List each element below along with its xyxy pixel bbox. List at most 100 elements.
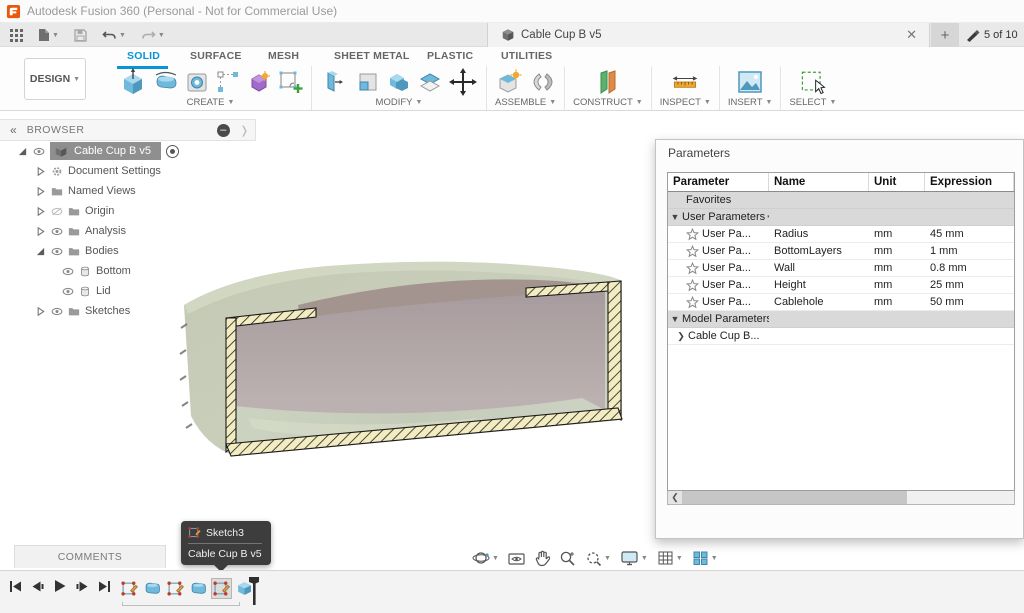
create-sketch-icon[interactable] [277, 69, 303, 95]
visibility-icon[interactable] [51, 305, 63, 317]
favorite-star-icon[interactable] [686, 245, 699, 258]
chevron-right-icon[interactable]: ❯ [674, 331, 688, 342]
visibility-off-icon[interactable] [51, 205, 63, 217]
group-label-insert[interactable]: INSERT▼ [728, 97, 773, 108]
group-label-create[interactable]: CREATE▼ [187, 97, 235, 108]
browser-row-named-views[interactable]: Named Views [0, 181, 256, 201]
pattern-icon[interactable] [215, 69, 241, 95]
undo-button[interactable]: ▼ [102, 29, 126, 42]
zoom-window-button[interactable]: ▼ [585, 550, 611, 567]
expanded-triangle-icon[interactable] [16, 145, 28, 157]
group-label-inspect[interactable]: INSPECT▼ [660, 97, 711, 108]
group-label-modify[interactable]: MODIFY▼ [376, 97, 423, 108]
zoom-button[interactable] [559, 550, 576, 567]
timeline-feature-sketch1[interactable] [119, 578, 140, 599]
parameters-dialog-title[interactable]: Parameters [656, 140, 1023, 166]
scrollbar-thumb[interactable] [682, 491, 907, 504]
tab-mesh[interactable]: MESH [268, 50, 299, 62]
collapsed-triangle-icon[interactable] [34, 305, 46, 317]
timeline-feature-revolve1[interactable] [142, 578, 163, 599]
scroll-left-icon[interactable]: ❮ [668, 491, 682, 504]
timeline-go-start-button[interactable] [9, 580, 22, 593]
group-label-construct[interactable]: CONSTRUCT▼ [573, 97, 643, 108]
collapsed-triangle-icon[interactable] [34, 225, 46, 237]
browser-header[interactable]: « BROWSER – ❭ [0, 119, 256, 141]
timeline-feature-revolve2[interactable] [188, 578, 209, 599]
selected-root-component[interactable]: Cable Cup B v5 [50, 142, 161, 160]
col-header-name[interactable]: Name [769, 173, 869, 191]
table-row-cable-cup[interactable]: ❯ Cable Cup B... [668, 328, 1014, 345]
look-at-button[interactable] [508, 551, 525, 566]
visibility-icon[interactable] [62, 265, 74, 277]
workspace-switcher-button[interactable]: DESIGN ▼ [24, 58, 86, 100]
new-component-icon[interactable] [495, 67, 525, 97]
visibility-icon[interactable] [51, 245, 63, 257]
hole-icon[interactable] [184, 69, 210, 95]
table-row-favorites[interactable]: Favorites [668, 192, 1014, 209]
activate-component-radio[interactable] [166, 145, 179, 158]
visibility-icon[interactable] [33, 145, 45, 157]
horizontal-scrollbar[interactable]: ❮ [667, 491, 1015, 505]
orbit-button[interactable]: ▼ [472, 549, 499, 567]
viewport-canvas[interactable]: « BROWSER – ❭ Cable Cup B v5 Document Se… [0, 111, 1024, 570]
collapsed-triangle-icon[interactable] [34, 185, 46, 197]
tab-sheet-metal[interactable]: SHEET METAL [334, 50, 410, 62]
redo-button[interactable]: ▼ [141, 29, 165, 42]
offset-face-icon[interactable] [417, 69, 443, 95]
tab-solid[interactable]: SOLID [127, 50, 160, 62]
collapsed-triangle-icon[interactable] [34, 205, 46, 217]
measure-icon[interactable] [670, 67, 700, 97]
visibility-icon[interactable] [51, 225, 63, 237]
table-row-radius[interactable]: User Pa... Radius mm 45 mm [668, 226, 1014, 243]
app-grid-icon[interactable] [10, 29, 23, 42]
col-header-parameter[interactable]: Parameter [668, 173, 769, 191]
grid-settings-button[interactable]: ▼ [657, 550, 683, 566]
browser-row-body-bottom[interactable]: Bottom [0, 261, 256, 281]
chevron-down-icon[interactable]: ▼ [668, 212, 682, 222]
tab-close-icon[interactable]: ✕ [902, 27, 921, 43]
timeline-feature-sketch3[interactable] [211, 578, 232, 599]
table-row-wall[interactable]: User Pa... Wall mm 0.8 mm [668, 260, 1014, 277]
table-row-user-parameters[interactable]: ▼ User Parameters ✚ [668, 209, 1014, 226]
move-copy-icon[interactable] [448, 67, 478, 97]
new-tab-button[interactable]: + [931, 23, 959, 47]
tab-utilities[interactable]: UTILITIES [501, 50, 552, 62]
insert-canvas-icon[interactable] [735, 67, 765, 97]
collapse-panel-icon[interactable]: « [10, 123, 17, 137]
document-tab[interactable]: Cable Cup B v5 ✕ [487, 23, 930, 47]
table-row-height[interactable]: User Pa... Height mm 25 mm [668, 277, 1014, 294]
table-row-bottomlayers[interactable]: User Pa... BottomLayers mm 1 mm [668, 243, 1014, 260]
browser-row-bodies[interactable]: Bodies [0, 241, 256, 261]
visibility-icon[interactable] [62, 285, 74, 297]
select-icon[interactable] [798, 67, 828, 97]
viewports-button[interactable]: ▼ [692, 550, 718, 566]
favorite-star-icon[interactable] [686, 262, 699, 275]
file-menu-button[interactable]: ▼ [38, 28, 59, 42]
fillet-icon[interactable] [355, 69, 381, 95]
browser-row-origin[interactable]: Origin [0, 201, 256, 221]
pan-button[interactable] [534, 550, 550, 567]
save-button[interactable] [74, 29, 87, 42]
timeline-step-back-button[interactable] [31, 580, 44, 593]
comments-tab[interactable]: COMMENTS [14, 545, 166, 568]
press-pull-icon[interactable] [320, 67, 350, 97]
timeline-step-forward-button[interactable] [76, 580, 89, 593]
chevron-down-icon[interactable]: ▼ [668, 314, 682, 324]
expanded-triangle-icon[interactable] [34, 245, 46, 257]
timeline-feature-sketch2[interactable] [165, 578, 186, 599]
create-form-icon[interactable] [246, 69, 272, 95]
combine-icon[interactable] [386, 69, 412, 95]
notifications-badge[interactable]: 5 of 10 [966, 23, 1018, 47]
display-settings-button[interactable]: ▼ [620, 550, 648, 566]
browser-row-body-lid[interactable]: Lid [0, 281, 256, 301]
table-row-cablehole[interactable]: User Pa... Cablehole mm 50 mm [668, 294, 1014, 311]
favorite-star-icon[interactable] [686, 296, 699, 309]
table-row-model-parameters[interactable]: ▼ Model Parameters [668, 311, 1014, 328]
browser-row-analysis[interactable]: Analysis [0, 221, 256, 241]
joint-icon[interactable] [530, 69, 556, 95]
favorite-star-icon[interactable] [686, 228, 699, 241]
timeline-go-end-button[interactable] [98, 580, 111, 593]
browser-row-root[interactable]: Cable Cup B v5 [0, 141, 256, 161]
tab-plastic[interactable]: PLASTIC [427, 50, 473, 62]
group-label-select[interactable]: SELECT▼ [789, 97, 836, 108]
